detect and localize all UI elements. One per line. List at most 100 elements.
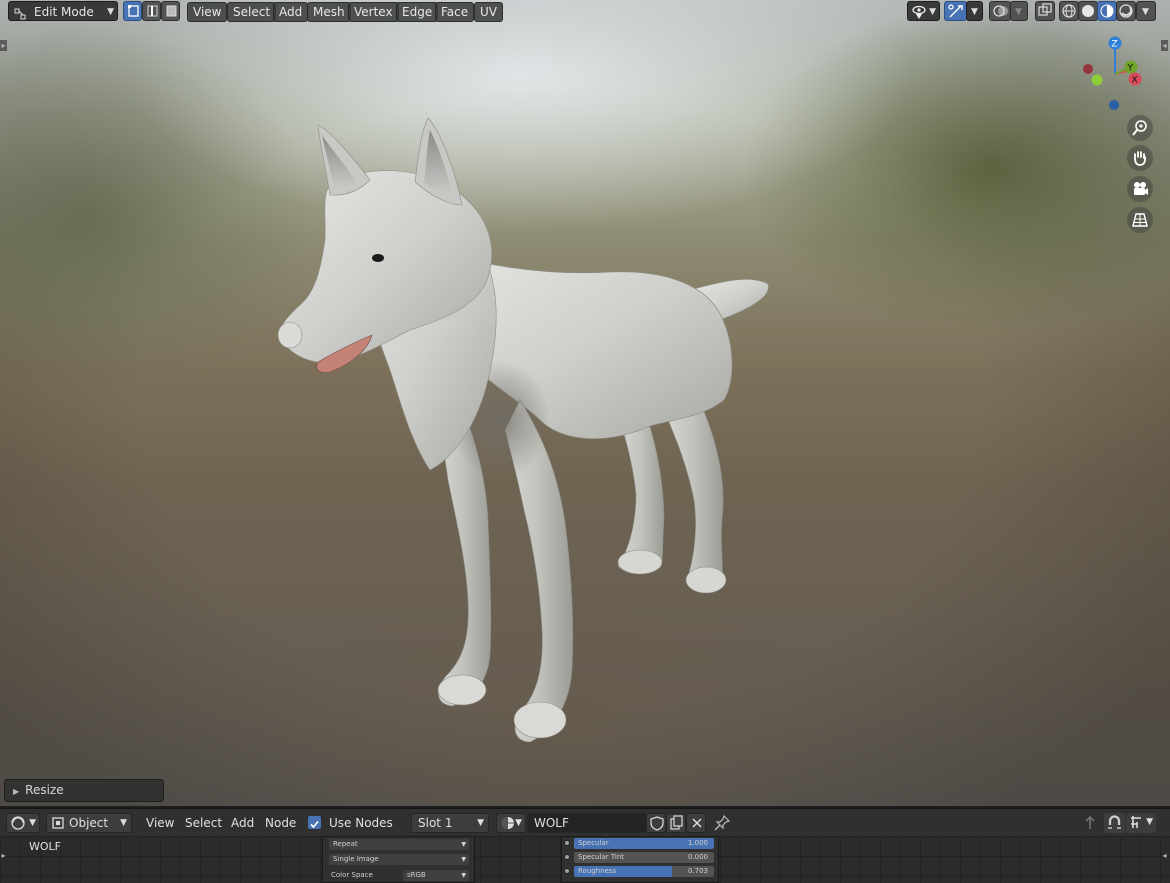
- camera-view-icon: [1134, 182, 1148, 195]
- pan-button[interactable]: [1127, 145, 1153, 171]
- xray-toggle[interactable]: [1035, 1, 1055, 21]
- menu-mesh[interactable]: Mesh: [307, 2, 351, 22]
- expand-triangle-icon: ▶: [13, 787, 20, 796]
- overlay-toggle[interactable]: [989, 1, 1011, 21]
- roughness-label: Roughness: [578, 867, 617, 875]
- operator-panel-resize[interactable]: ▶ Resize: [4, 779, 164, 802]
- material-shading-button[interactable]: [1097, 1, 1117, 21]
- shield-icon: [650, 816, 664, 831]
- chevron-down-icon: ▼: [461, 856, 466, 863]
- sidebar-expand-arrow[interactable]: ◂: [1161, 40, 1168, 51]
- shader-menu-view[interactable]: View: [146, 813, 174, 833]
- use-nodes-label[interactable]: Use Nodes: [329, 813, 393, 833]
- close-icon: [692, 818, 702, 828]
- shader-editor-header: ▼ Object ▼ View Select Add Node Use Node…: [0, 808, 1170, 836]
- pin-icon: [714, 814, 731, 831]
- image-texture-node[interactable]: Repeat ▼ Single Image ▼ Color Space sRGB…: [322, 836, 475, 883]
- principled-bsdf-node[interactable]: Specular 1.000 Specular Tint 0.000 Rough…: [561, 836, 719, 883]
- snap-toggle[interactable]: [1104, 813, 1125, 833]
- wireframe-shading-button[interactable]: [1059, 1, 1079, 21]
- gizmo-dropdown[interactable]: ▼: [966, 1, 983, 21]
- object-selector[interactable]: Object ▼: [46, 813, 132, 833]
- specular-slider[interactable]: Specular 1.000: [574, 838, 714, 849]
- arrow-up-icon: [1085, 815, 1095, 829]
- wolf-model[interactable]: [0, 0, 1170, 806]
- 3d-viewport[interactable]: Edit Mode ▼ View Select Add Mesh Vertex …: [0, 0, 1170, 806]
- mode-selector[interactable]: Edit Mode ▼: [8, 1, 118, 21]
- navigation-gizmo[interactable]: Z Y X: [1080, 33, 1150, 113]
- menu-edge[interactable]: Edge: [396, 2, 439, 22]
- chevron-down-icon: ▼: [1142, 7, 1149, 17]
- overlay-dropdown[interactable]: ▼: [1010, 1, 1028, 21]
- edge-select-button[interactable]: [142, 1, 161, 21]
- shading-dropdown[interactable]: ▼: [1136, 1, 1156, 21]
- use-nodes-checkbox[interactable]: [308, 816, 321, 829]
- specular-tint-value: 0.000: [687, 853, 708, 861]
- rendered-shading-button[interactable]: [1116, 1, 1136, 21]
- operator-panel-label: Resize: [25, 783, 64, 797]
- node-canvas[interactable]: ▸ WOLF ◂ Repeat ▼ Single Image ▼ Color S…: [0, 836, 1170, 883]
- source-dropdown[interactable]: Single Image ▼: [329, 854, 469, 865]
- solid-shading-button[interactable]: [1078, 1, 1098, 21]
- material-sphere-icon: [502, 817, 514, 829]
- menu-view[interactable]: View: [187, 2, 228, 22]
- xray-icon: [1038, 3, 1052, 16]
- extension-dropdown[interactable]: Repeat ▼: [329, 839, 469, 850]
- zoom-icon: [1132, 120, 1147, 136]
- shader-menu-node[interactable]: Node: [265, 813, 296, 833]
- chevron-down-icon: ▼: [120, 818, 127, 828]
- wireframe-shading-icon: [1062, 4, 1076, 18]
- node-sidebar-expand-arrow[interactable]: ◂: [1161, 850, 1168, 861]
- unlink-material-button[interactable]: [686, 813, 706, 833]
- gizmo-y-label: Y: [1127, 64, 1134, 74]
- menu-add[interactable]: Add: [273, 2, 309, 22]
- specular-socket[interactable]: [564, 840, 570, 846]
- zoom-button[interactable]: [1127, 115, 1153, 141]
- toolbar-expand-arrow[interactable]: ▸: [0, 40, 7, 51]
- visibility-dropdown[interactable]: ▼: [907, 1, 940, 21]
- shader-menu-add[interactable]: Add: [231, 813, 254, 833]
- pin-button[interactable]: [712, 814, 732, 832]
- chevron-down-icon: ▼: [461, 841, 466, 848]
- chevron-down-icon: ▼: [29, 818, 36, 828]
- gizmo-toggle[interactable]: [944, 1, 967, 21]
- face-select-icon: [166, 5, 177, 17]
- snap-mode-dropdown[interactable]: ▼: [1126, 813, 1156, 833]
- solid-shading-icon: [1082, 5, 1094, 17]
- object-icon: [52, 817, 64, 829]
- chevron-down-icon: ▼: [929, 7, 936, 17]
- editor-type-selector[interactable]: ▼: [6, 813, 40, 833]
- visibility-icon: [912, 5, 926, 19]
- face-select-button[interactable]: [161, 1, 180, 21]
- node-toolbar-expand-arrow[interactable]: ▸: [0, 850, 7, 861]
- material-name-field[interactable]: WOLF: [527, 813, 647, 833]
- magnet-icon: [1108, 815, 1121, 829]
- roughness-slider[interactable]: Roughness 0.703: [574, 866, 714, 877]
- checkmark-icon: [310, 820, 319, 829]
- specular-tint-socket[interactable]: [564, 854, 570, 860]
- overlay-icon: [993, 5, 1008, 17]
- camera-view-button[interactable]: [1127, 176, 1153, 202]
- slot-selector[interactable]: Slot 1 ▼: [411, 813, 489, 833]
- copy-icon: [670, 815, 683, 830]
- menu-face[interactable]: Face: [435, 2, 475, 22]
- fake-user-button[interactable]: [646, 813, 666, 833]
- menu-select[interactable]: Select: [227, 2, 277, 22]
- color-space-value: sRGB: [407, 871, 426, 879]
- perspective-toggle-button[interactable]: [1127, 207, 1153, 233]
- chevron-down-icon: ▼: [1146, 817, 1153, 827]
- shader-menu-select[interactable]: Select: [185, 813, 222, 833]
- vertex-select-button[interactable]: [123, 1, 142, 21]
- material-browse-button[interactable]: ▼: [496, 813, 526, 833]
- menu-uv[interactable]: UV: [474, 2, 503, 22]
- duplicate-material-button[interactable]: [666, 813, 686, 833]
- color-space-dropdown[interactable]: sRGB ▼: [403, 870, 469, 881]
- edit-mode-icon: [14, 6, 26, 20]
- menu-vertex[interactable]: Vertex: [348, 2, 399, 22]
- roughness-socket[interactable]: [564, 868, 570, 874]
- mode-selector-label: Edit Mode: [34, 5, 94, 19]
- parent-node-tree-button[interactable]: [1080, 813, 1100, 833]
- specular-tint-slider[interactable]: Specular Tint 0.000: [574, 852, 714, 863]
- rendered-shading-icon: [1119, 4, 1133, 18]
- color-space-label: Color Space: [331, 871, 373, 879]
